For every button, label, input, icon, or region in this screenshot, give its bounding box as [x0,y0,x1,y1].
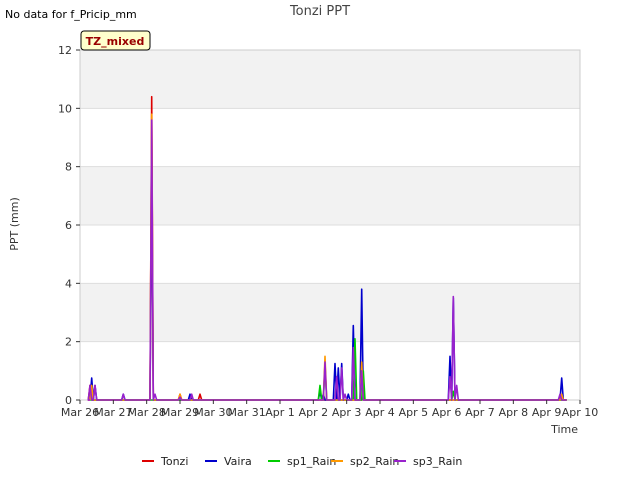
x-tick-label: Apr 3 [332,406,362,419]
x-tick-label: Apr 7 [465,406,495,419]
y-tick-label: 2 [65,336,72,349]
background-band [80,283,580,342]
site-badge: TZ_mixed [80,30,151,51]
chart-title: Tonzi PPT [289,4,350,19]
x-axis-label: Time [550,423,578,436]
y-tick-label: 6 [65,219,72,232]
legend-label: Vaira [224,455,252,468]
legend-label: Tonzi [160,455,188,468]
y-tick-label: 12 [58,44,72,57]
x-tick-label: Apr 1 [265,406,295,419]
ppt-chart: No data for f_Pricip_mm Tonzi PPT PPT (m… [5,4,599,468]
x-tick-label: Apr 6 [432,406,462,419]
no-data-note: No data for f_Pricip_mm [5,8,137,21]
background-band [80,50,580,109]
plot-area [79,49,581,401]
legend: Tonzi Vaira sp1_Rain sp2_Rain sp3_Rain [142,455,462,468]
x-tick-label: Apr 5 [399,406,429,419]
x-tick-label: Apr 8 [499,406,529,419]
x-tick-label: Apr 4 [365,406,395,419]
y-tick-label: 8 [65,161,72,174]
x-tick-label: Apr 2 [299,406,329,419]
background-band [80,166,580,225]
legend-label: sp1_Rain [287,455,336,468]
legend-label: sp2_Rain [350,455,399,468]
y-axis-label: PPT (mm) [8,197,21,251]
y-tick-label: 4 [65,277,72,290]
x-tick-label: Mar 31 [228,406,266,419]
x-tick-label: Apr 10 [562,406,599,419]
y-tick-label: 10 [58,102,72,115]
x-tick-label: Apr 9 [532,406,562,419]
legend-label: sp3_Rain [413,455,462,468]
badge-label: TZ_mixed [86,35,145,48]
